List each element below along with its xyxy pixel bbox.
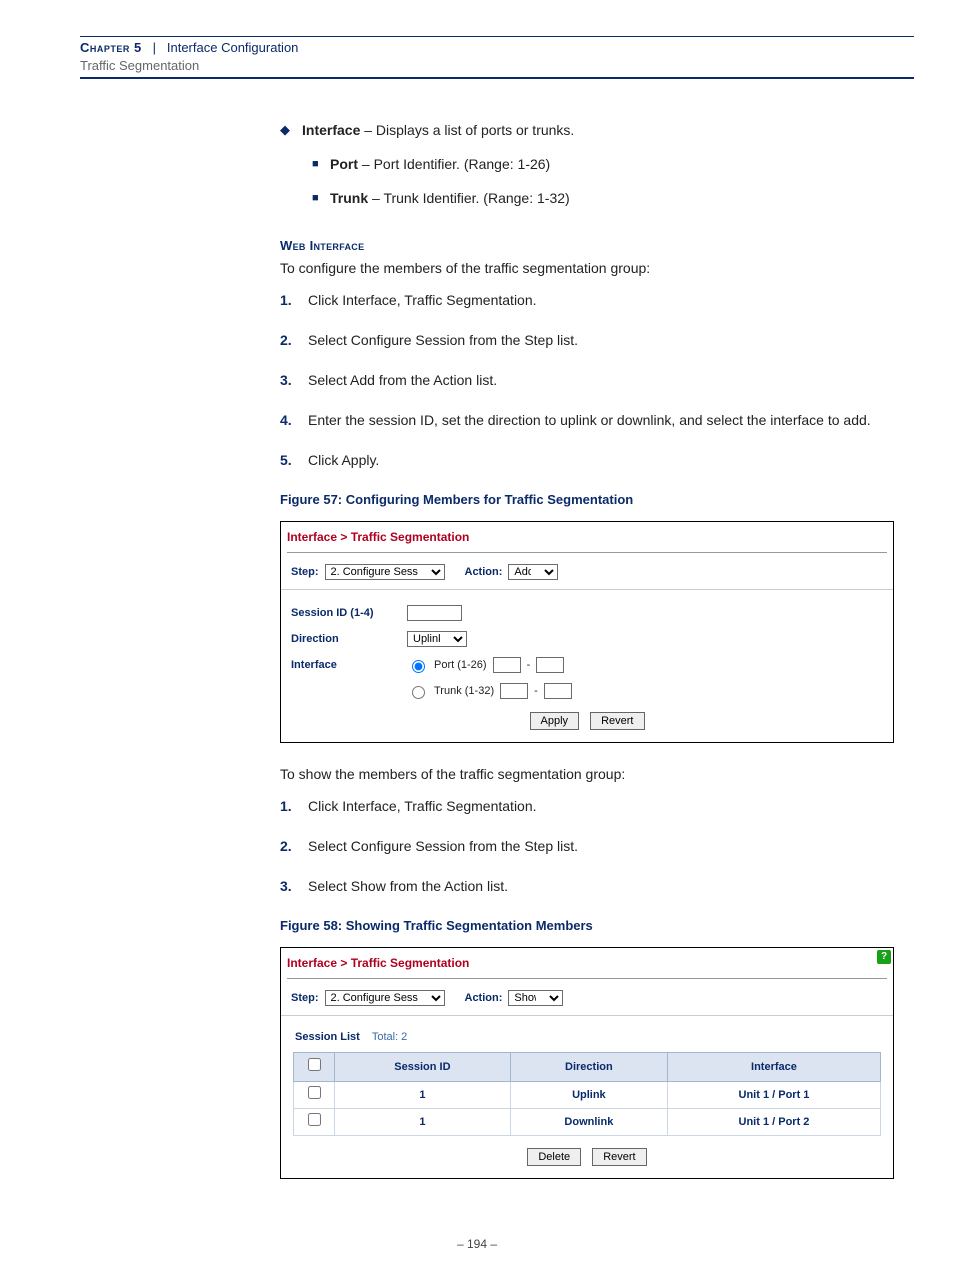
bullet-trunk: ■ Trunk – Trunk Identifier. (Range: 1-32…	[312, 187, 894, 209]
col-direction: Direction	[510, 1053, 667, 1082]
step-number: 2.	[280, 329, 308, 351]
action-select[interactable]: Show	[508, 990, 563, 1006]
revert-button[interactable]: Revert	[592, 1148, 646, 1166]
bullet-port: ■ Port – Port Identifier. (Range: 1-26)	[312, 153, 894, 175]
session-table: Session ID Direction Interface 1 Uplink …	[293, 1052, 881, 1136]
chapter-label: Chapter 5	[80, 40, 142, 55]
trunk-first-input[interactable]	[500, 683, 528, 699]
cell-interface: Unit 1 / Port 1	[667, 1082, 880, 1109]
chapter-title: Interface Configuration	[167, 40, 299, 55]
cell-direction: Uplink	[510, 1082, 667, 1109]
step-text: Click Interface, Traffic Segmentation.	[308, 795, 537, 817]
apply-button[interactable]: Apply	[530, 712, 580, 730]
show-lead: To show the members of the traffic segme…	[280, 763, 894, 785]
revert-button[interactable]: Revert	[590, 712, 644, 730]
trunk-sep: -	[534, 680, 538, 702]
session-id-input[interactable]	[407, 605, 462, 621]
step-text: Select Show from the Action list.	[308, 875, 508, 897]
bullet-interface: ◆ Interface – Displays a list of ports o…	[280, 119, 894, 141]
session-id-label: Session ID (1-4)	[291, 602, 401, 624]
action-label: Action:	[465, 561, 503, 583]
show-steps: 1.Click Interface, Traffic Segmentation.…	[280, 795, 894, 897]
breadcrumb: Interface > Traffic Segmentation	[281, 522, 893, 552]
bullet-text: – Trunk Identifier. (Range: 1-32)	[368, 190, 570, 206]
pipe: |	[153, 40, 156, 55]
step-label: Step:	[291, 561, 319, 583]
step-text: Select Configure Session from the Step l…	[308, 329, 578, 351]
diamond-bullet-icon: ◆	[280, 119, 302, 141]
col-session-id: Session ID	[335, 1053, 511, 1082]
bullet-bold: Trunk	[330, 190, 368, 206]
port-first-input[interactable]	[493, 657, 521, 673]
port-sep: -	[527, 654, 531, 676]
step-text: Select Configure Session from the Step l…	[308, 835, 578, 857]
direction-select[interactable]: Uplink	[407, 631, 467, 647]
table-header: Session ID Direction Interface	[294, 1053, 881, 1082]
help-icon[interactable]: ?	[877, 950, 891, 964]
square-bullet-icon: ■	[312, 153, 330, 175]
step-text: Click Apply.	[308, 449, 379, 471]
bullet-bold: Interface	[302, 122, 360, 138]
trunk-second-input[interactable]	[544, 683, 572, 699]
step-number: 1.	[280, 289, 308, 311]
figure-57-caption: Figure 57: Configuring Members for Traff…	[280, 489, 894, 511]
step-number: 3.	[280, 369, 308, 391]
action-select[interactable]: Add	[508, 564, 558, 580]
table-row: 1 Downlink Unit 1 / Port 2	[294, 1109, 881, 1136]
web-interface-heading: Web Interface	[280, 235, 894, 257]
port-option-label: Port (1-26)	[434, 654, 487, 676]
table-row: 1 Uplink Unit 1 / Port 1	[294, 1082, 881, 1109]
session-list-total: Total: 2	[372, 1031, 407, 1043]
figure-58-caption: Figure 58: Showing Traffic Segmentation …	[280, 915, 894, 937]
direction-label: Direction	[291, 628, 401, 650]
square-bullet-icon: ■	[312, 187, 330, 209]
step-number: 4.	[280, 409, 308, 431]
header-section: Traffic Segmentation	[80, 57, 914, 74]
session-list-label: Session List	[295, 1031, 360, 1043]
port-second-input[interactable]	[536, 657, 564, 673]
step-number: 1.	[280, 795, 308, 817]
step-select[interactable]: 2. Configure Session	[325, 990, 445, 1006]
step-number: 3.	[280, 875, 308, 897]
page-header: Chapter 5 | Interface Configuration Traf…	[80, 36, 914, 79]
interface-label: Interface	[291, 654, 401, 676]
delete-button[interactable]: Delete	[527, 1148, 581, 1166]
figure-57-panel: Interface > Traffic Segmentation Step: 2…	[280, 521, 894, 743]
trunk-option-label: Trunk (1-32)	[434, 680, 494, 702]
page-number: – 194 –	[0, 1237, 954, 1251]
bullet-text: – Displays a list of ports or trunks.	[360, 122, 574, 138]
cell-interface: Unit 1 / Port 2	[667, 1109, 880, 1136]
figure-58-panel: ? Interface > Traffic Segmentation Step:…	[280, 947, 894, 1179]
col-interface: Interface	[667, 1053, 880, 1082]
action-label: Action:	[465, 987, 503, 1009]
cell-session-id: 1	[335, 1109, 511, 1136]
step-label: Step:	[291, 987, 319, 1009]
cell-direction: Downlink	[510, 1109, 667, 1136]
step-text: Click Interface, Traffic Segmentation.	[308, 289, 537, 311]
step-text: Select Add from the Action list.	[308, 369, 497, 391]
breadcrumb: Interface > Traffic Segmentation	[281, 948, 893, 978]
configure-steps: 1.Click Interface, Traffic Segmentation.…	[280, 289, 894, 471]
interface-trunk-radio[interactable]	[412, 686, 425, 699]
webif-lead: To configure the members of the traffic …	[280, 257, 894, 279]
step-text: Enter the session ID, set the direction …	[308, 409, 871, 431]
interface-port-radio[interactable]	[412, 660, 425, 673]
cell-session-id: 1	[335, 1082, 511, 1109]
row-checkbox[interactable]	[308, 1086, 321, 1099]
select-all-checkbox[interactable]	[308, 1058, 321, 1071]
step-number: 2.	[280, 835, 308, 857]
step-number: 5.	[280, 449, 308, 471]
bullet-text: – Port Identifier. (Range: 1-26)	[358, 156, 550, 172]
row-checkbox[interactable]	[308, 1113, 321, 1126]
bullet-bold: Port	[330, 156, 358, 172]
step-select[interactable]: 2. Configure Session	[325, 564, 445, 580]
